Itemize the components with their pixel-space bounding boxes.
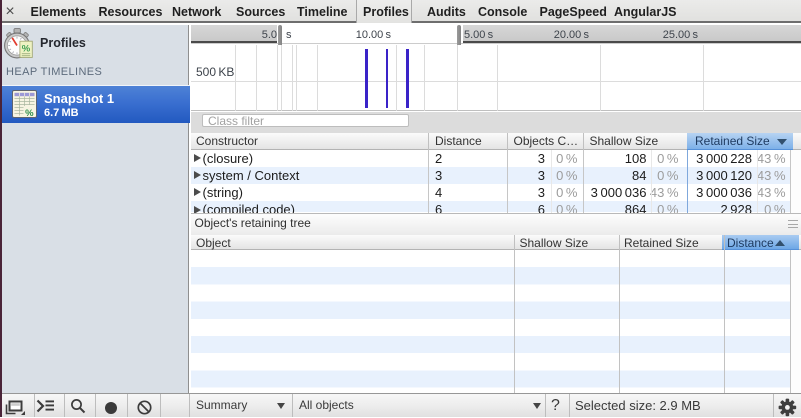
svg-text:%: % <box>22 44 31 55</box>
svg-text:%: % <box>25 108 34 118</box>
